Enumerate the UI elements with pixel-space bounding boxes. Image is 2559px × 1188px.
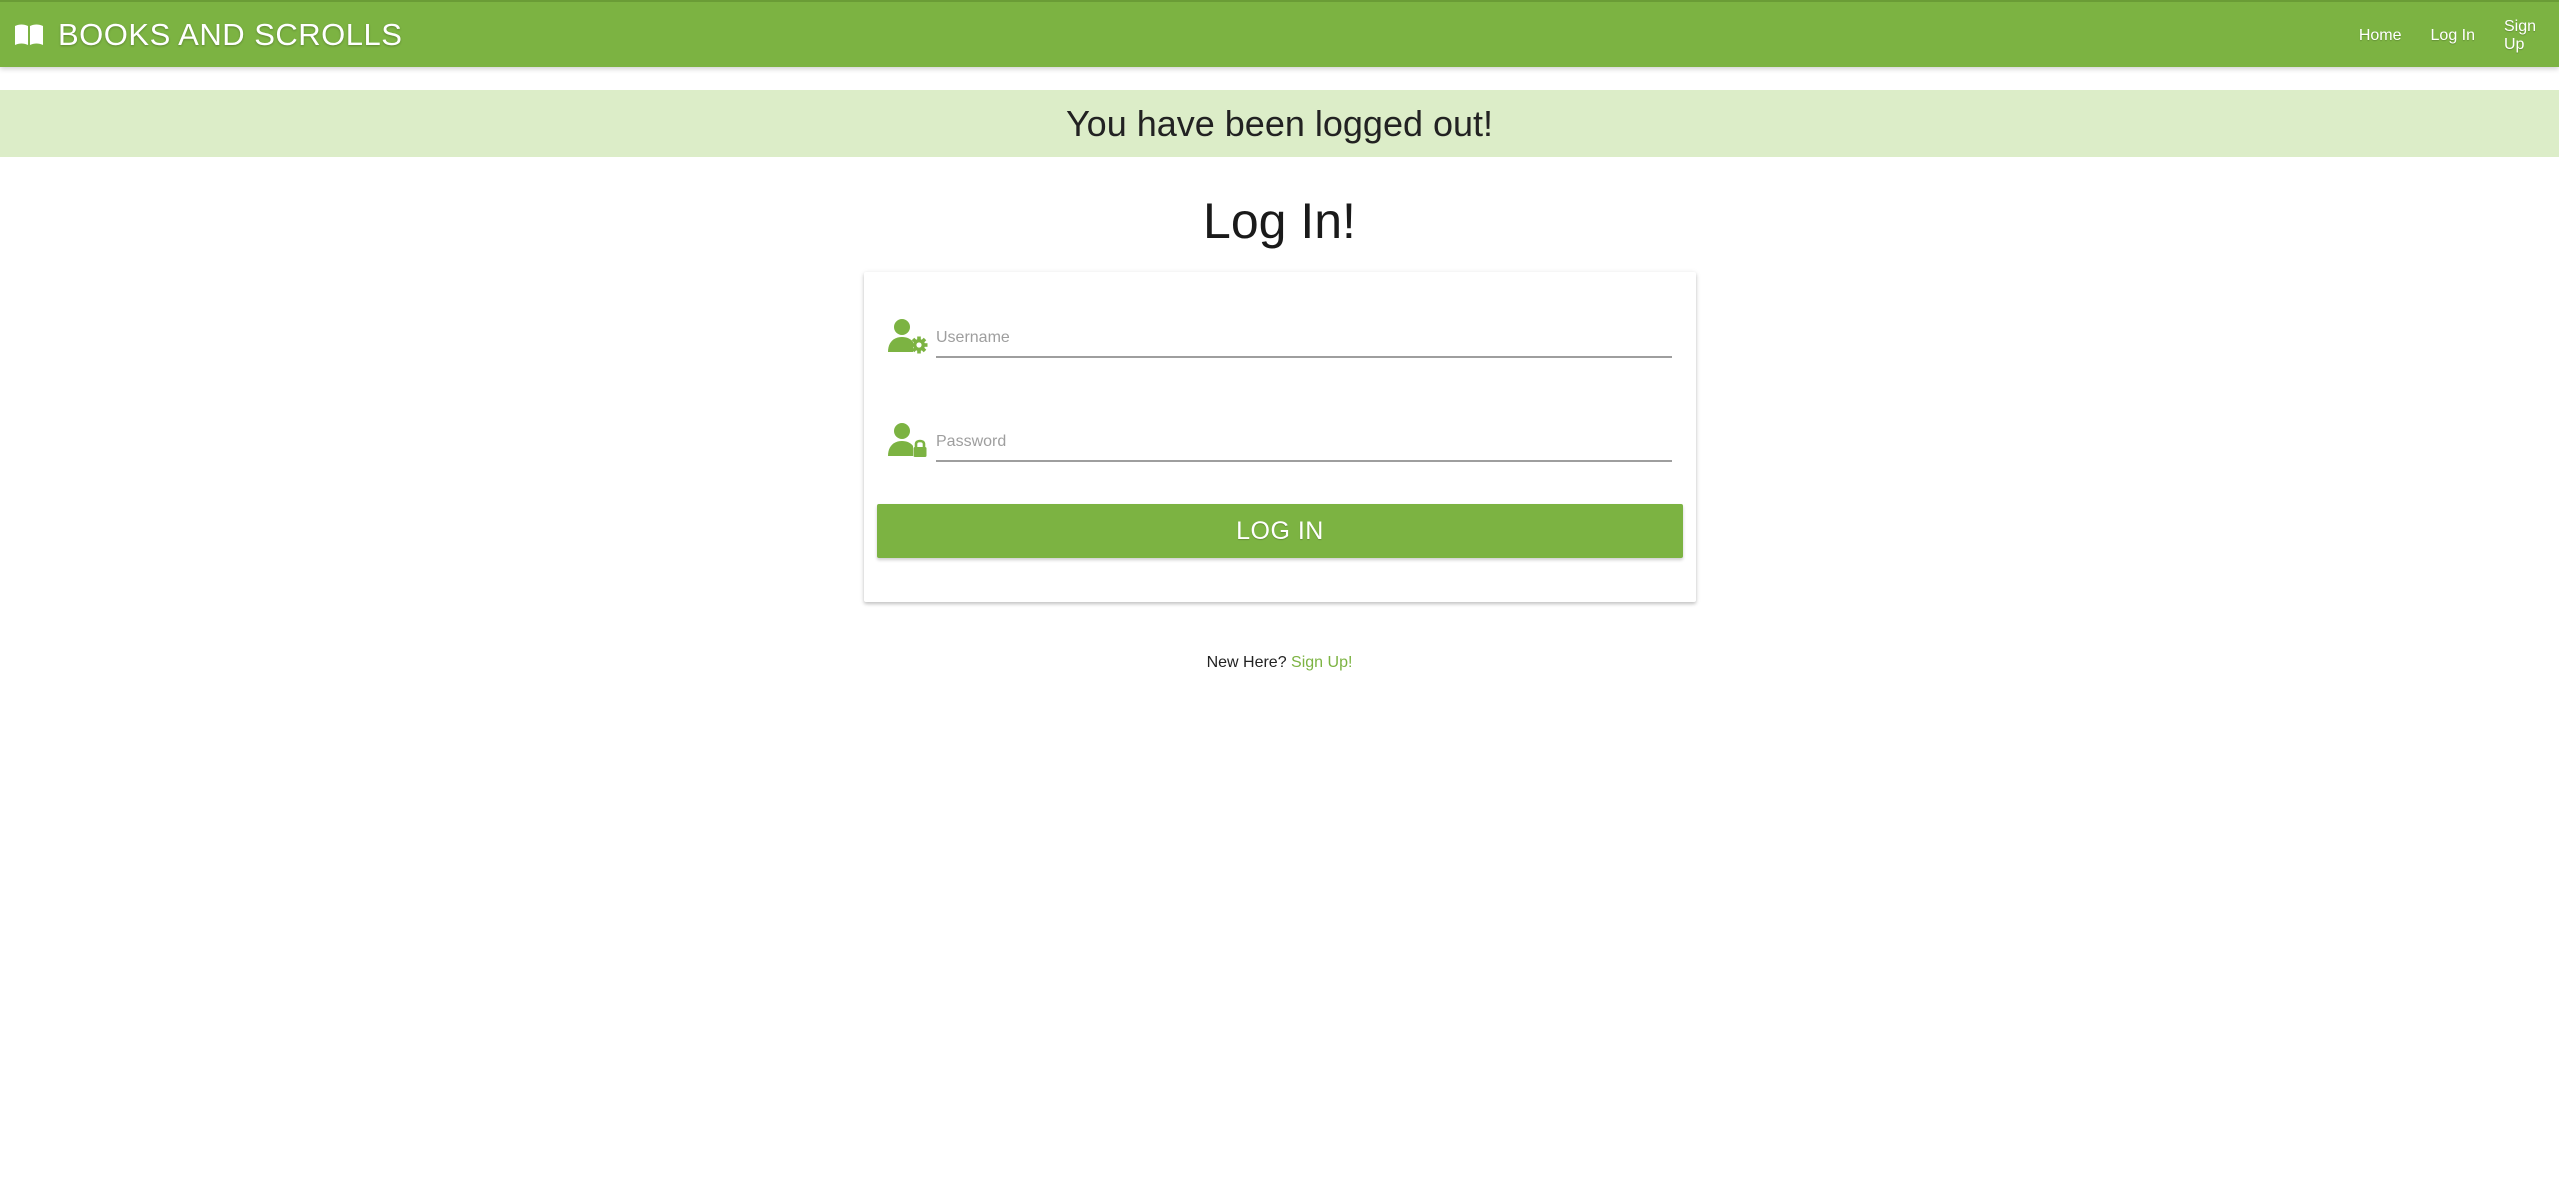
user-lock-icon: [888, 423, 927, 457]
signup-prompt-text: New Here?: [1206, 654, 1287, 671]
nav-link-signup[interactable]: Sign Up: [2504, 18, 2559, 54]
nav-link-home[interactable]: Home: [2359, 27, 2402, 45]
username-field-row: [888, 312, 1672, 362]
signup-prompt: New Here? Sign Up!: [0, 654, 2559, 672]
user-gear-icon: [888, 319, 928, 354]
brand-title: BOOKS AND SCROLLS: [58, 17, 403, 52]
nav-links: Home Log In Sign Up: [2359, 2, 2559, 69]
login-form-card: LOG IN: [864, 272, 1696, 602]
open-book-icon: [15, 24, 43, 45]
flash-message-text: You have been logged out!: [1065, 102, 1494, 144]
username-input[interactable]: [936, 312, 1672, 358]
brand-link[interactable]: BOOKS AND SCROLLS: [14, 16, 402, 54]
page-title: Log In!: [1203, 193, 1356, 249]
login-button[interactable]: LOG IN: [877, 504, 1683, 558]
nav-link-login[interactable]: Log In: [2431, 27, 2475, 45]
top-navbar: BOOKS AND SCROLLS Home Log In Sign Up: [0, 0, 2559, 67]
signup-link[interactable]: Sign Up!: [1291, 654, 1352, 671]
flash-message-banner: You have been logged out!: [0, 90, 2559, 157]
password-input[interactable]: [936, 416, 1672, 462]
password-field-row: [888, 416, 1672, 466]
